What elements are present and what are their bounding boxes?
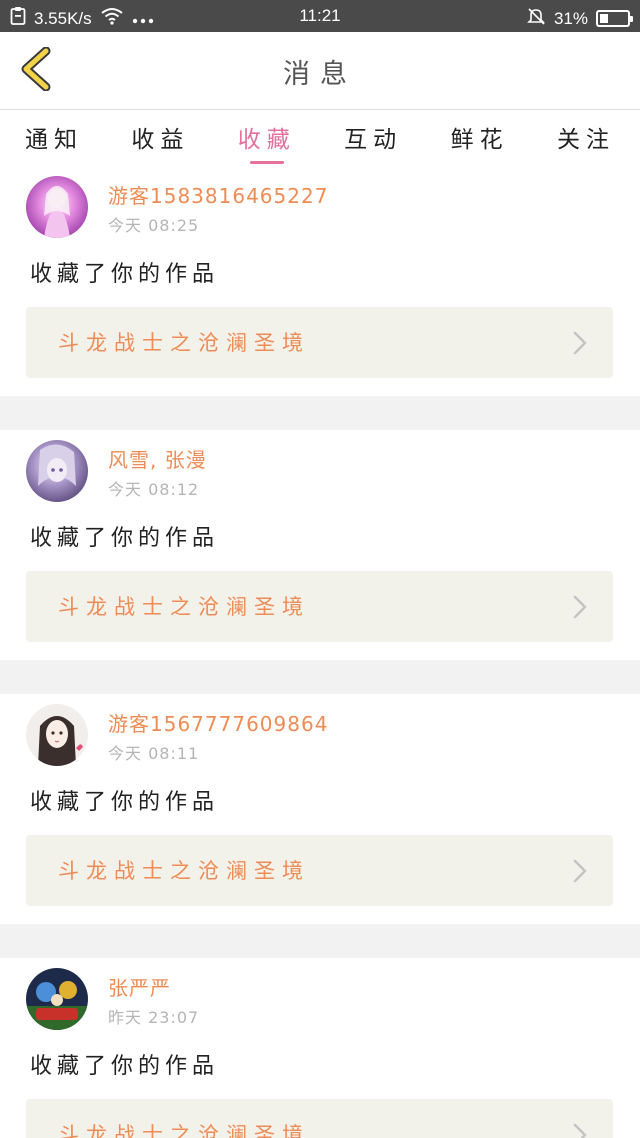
work-title: 斗龙战士之沧澜圣境 bbox=[58, 331, 310, 355]
tab-following[interactable]: 关注 bbox=[548, 110, 624, 166]
avatar[interactable] bbox=[26, 968, 88, 1030]
action-text: 收藏了你的作品 bbox=[30, 526, 220, 551]
battery-level bbox=[600, 14, 609, 23]
timestamp: 今天 08:11 bbox=[108, 744, 200, 763]
tab-label: 通知 bbox=[25, 127, 83, 153]
avatar[interactable] bbox=[26, 440, 88, 502]
battery-percent: 31% bbox=[553, 8, 588, 28]
avatar[interactable] bbox=[26, 176, 88, 238]
action-text: 收藏了你的作品 bbox=[30, 1054, 220, 1079]
list-item: 游客1583816465227 今天 08:25 收藏了你的作品 斗龙战士之沧澜… bbox=[0, 166, 640, 396]
tab-label: 互动 bbox=[344, 127, 403, 153]
tab-earnings[interactable]: 收益 bbox=[122, 110, 198, 166]
chevron-right-icon bbox=[573, 859, 587, 887]
favorites-feed: 游客1583816465227 今天 08:25 收藏了你的作品 斗龙战士之沧澜… bbox=[0, 166, 640, 1138]
tab-interactions[interactable]: 互动 bbox=[335, 110, 411, 166]
tab-notifications[interactable]: 通知 bbox=[16, 110, 92, 166]
action-text: 收藏了你的作品 bbox=[30, 262, 220, 287]
avatar[interactable] bbox=[26, 704, 88, 766]
work-link[interactable]: 斗龙战士之沧澜圣境 bbox=[26, 307, 613, 378]
header: 消息 bbox=[0, 32, 640, 110]
username[interactable]: 张严严 bbox=[108, 972, 171, 1001]
tab-label: 收藏 bbox=[237, 127, 296, 153]
timestamp: 今天 08:25 bbox=[108, 216, 200, 235]
silent-bell-icon bbox=[526, 6, 546, 31]
status-right: 31% bbox=[526, 6, 633, 31]
tab-label: 收益 bbox=[131, 127, 190, 153]
active-tab-indicator bbox=[249, 161, 284, 164]
timestamp: 今天 08:12 bbox=[108, 480, 200, 499]
tab-bar: 通知 收益 收藏 互动 鲜花 关注 bbox=[0, 110, 640, 166]
chevron-right-icon bbox=[573, 331, 587, 359]
tab-favorites[interactable]: 收藏 bbox=[229, 110, 305, 166]
work-link[interactable]: 斗龙战士之沧澜圣境 bbox=[26, 1099, 613, 1138]
battery-icon bbox=[596, 10, 633, 27]
chevron-right-icon bbox=[573, 1123, 587, 1138]
tab-label: 关注 bbox=[556, 127, 615, 153]
tab-flowers[interactable]: 鲜花 bbox=[442, 110, 518, 166]
chevron-right-icon bbox=[573, 595, 587, 623]
work-link[interactable]: 斗龙战士之沧澜圣境 bbox=[26, 835, 613, 906]
list-item: 张严严 昨天 23:07 收藏了你的作品 斗龙战士之沧澜圣境 bbox=[0, 958, 640, 1138]
action-text: 收藏了你的作品 bbox=[30, 790, 220, 815]
tab-label: 鲜花 bbox=[450, 127, 509, 153]
page-title: 消息 bbox=[283, 59, 357, 90]
timestamp: 昨天 23:07 bbox=[108, 1008, 200, 1027]
username[interactable]: 游客1583816465227 bbox=[108, 180, 328, 209]
username[interactable]: 游客1567777609864 bbox=[108, 708, 328, 737]
work-link[interactable]: 斗龙战士之沧澜圣境 bbox=[26, 571, 613, 642]
status-bar: 3.55K/s 11:21 31% bbox=[0, 0, 640, 32]
list-item: 风雪, 张漫 今天 08:12 收藏了你的作品 斗龙战士之沧澜圣境 bbox=[0, 430, 640, 660]
work-title: 斗龙战士之沧澜圣境 bbox=[58, 1123, 310, 1138]
work-title: 斗龙战士之沧澜圣境 bbox=[58, 859, 310, 883]
work-title: 斗龙战士之沧澜圣境 bbox=[58, 595, 310, 619]
username[interactable]: 风雪, 张漫 bbox=[108, 444, 207, 473]
list-item: 游客1567777609864 今天 08:11 收藏了你的作品 斗龙战士之沧澜… bbox=[0, 694, 640, 924]
